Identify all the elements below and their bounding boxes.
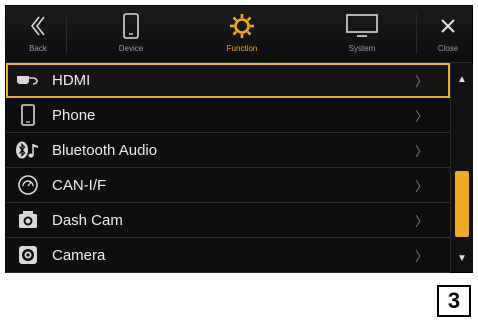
function-list: HDMI 〉 Phone 〉 Bluetooth Audio 〉 CAN-I/F… bbox=[6, 63, 450, 273]
scrollbar-thumb[interactable] bbox=[455, 171, 469, 237]
list-scrollbar[interactable]: ▲ ▼ bbox=[450, 63, 473, 272]
dash-cam-icon bbox=[19, 211, 37, 228]
chevron-right-icon: 〉 bbox=[414, 248, 428, 264]
function-tab[interactable]: Function bbox=[202, 6, 282, 62]
chevron-right-icon: 〉 bbox=[414, 143, 428, 159]
list-item-dash-cam[interactable]: Dash Cam 〉 bbox=[6, 203, 450, 238]
scroll-up-button[interactable]: ▲ bbox=[451, 67, 473, 91]
list-item-label: Dash Cam bbox=[52, 211, 123, 229]
scroll-down-button[interactable]: ▼ bbox=[451, 246, 473, 270]
list-item-bluetooth-audio[interactable]: Bluetooth Audio 〉 bbox=[6, 133, 450, 168]
step-number-callout: 3 bbox=[437, 285, 471, 317]
list-item-hdmi[interactable]: HDMI 〉 bbox=[6, 63, 450, 98]
chevron-right-icon: 〉 bbox=[414, 73, 428, 89]
function-label: Function bbox=[226, 44, 258, 53]
monitor-icon bbox=[346, 14, 378, 37]
list-item-label: CAN-I/F bbox=[52, 176, 107, 194]
close-icon bbox=[441, 19, 455, 33]
chevron-right-icon: 〉 bbox=[414, 178, 428, 194]
list-item-label: Camera bbox=[52, 246, 106, 264]
close-label: Close bbox=[437, 44, 459, 53]
phone-icon bbox=[21, 104, 35, 126]
device-tab[interactable]: Device bbox=[94, 6, 168, 62]
list-item-can-if[interactable]: CAN-I/F 〉 bbox=[6, 168, 450, 203]
chevron-right-icon: 〉 bbox=[414, 213, 428, 229]
gear-icon bbox=[230, 14, 254, 38]
settings-screen: Back Device Function System Close HDMI 〉… bbox=[5, 5, 473, 273]
back-chevron-icon bbox=[30, 16, 45, 36]
can-interface-icon bbox=[18, 175, 38, 195]
list-item-label: Bluetooth Audio bbox=[52, 141, 158, 159]
list-item-label: HDMI bbox=[52, 71, 91, 89]
bluetooth-audio-icon bbox=[16, 141, 38, 159]
top-nav-bar: Back Device Function System Close bbox=[6, 6, 472, 63]
list-item-camera[interactable]: Camera 〉 bbox=[6, 238, 450, 273]
chevron-right-icon: 〉 bbox=[414, 108, 428, 124]
hdmi-icon bbox=[17, 76, 38, 85]
device-label: Device bbox=[118, 44, 144, 53]
back-label: Back bbox=[29, 44, 47, 53]
smartphone-icon bbox=[123, 13, 139, 39]
system-tab[interactable]: System bbox=[322, 6, 402, 62]
back-button[interactable]: Back bbox=[16, 6, 60, 62]
list-item-phone[interactable]: Phone 〉 bbox=[6, 98, 450, 133]
close-button[interactable]: Close bbox=[426, 6, 470, 62]
list-item-label: Phone bbox=[52, 106, 96, 124]
system-label: System bbox=[348, 44, 376, 53]
camera-icon bbox=[19, 246, 37, 264]
